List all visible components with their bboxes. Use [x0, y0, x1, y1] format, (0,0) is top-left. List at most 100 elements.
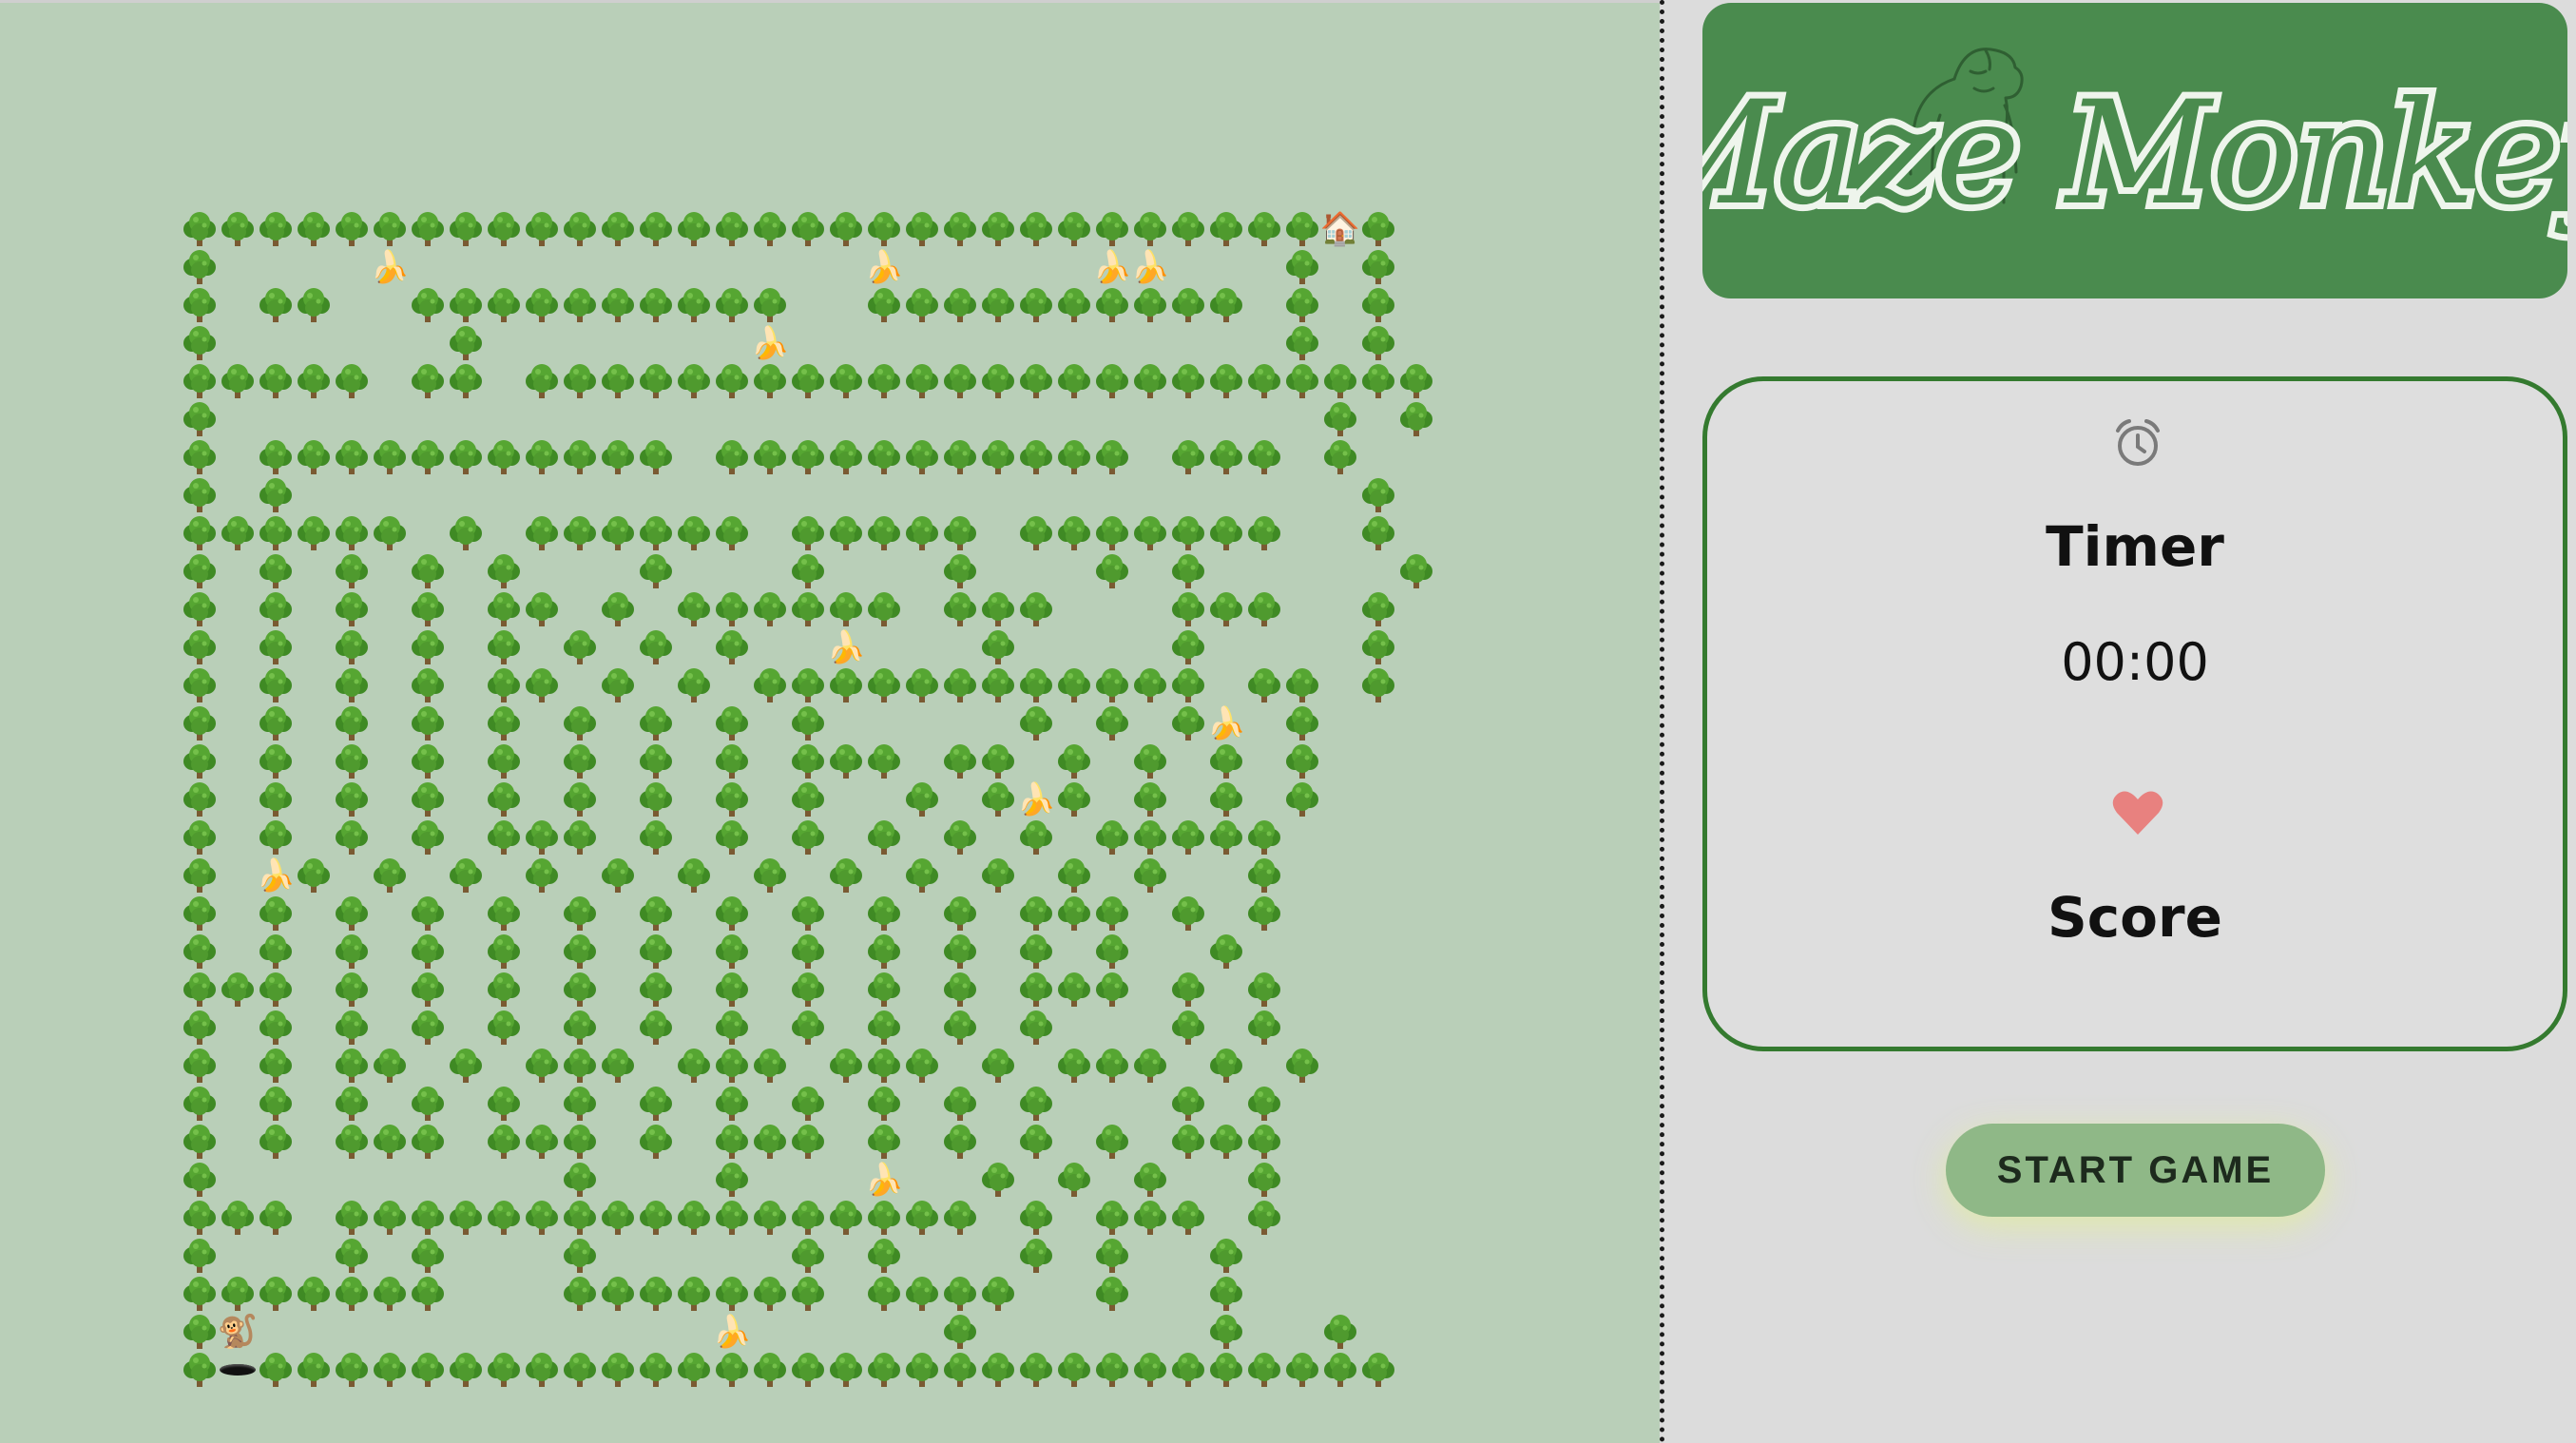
tree-icon — [409, 1085, 447, 1123]
tree-icon — [1055, 742, 1093, 780]
house-exit-icon: 🏠 — [1319, 210, 1361, 248]
tree-icon — [485, 628, 523, 666]
tree-icon — [1055, 210, 1093, 248]
tree-icon — [637, 933, 675, 971]
tree-icon — [599, 590, 637, 628]
banana-icon: 🍌 — [370, 248, 410, 285]
tree-icon — [257, 1047, 295, 1085]
monkey-player-icon[interactable]: 🐒 — [218, 1313, 258, 1351]
tree-icon — [181, 742, 219, 780]
tree-icon — [713, 1161, 751, 1199]
tree-icon — [1283, 362, 1321, 400]
tree-icon — [181, 210, 219, 248]
tree-icon — [181, 971, 219, 1009]
tree-icon — [1245, 514, 1283, 552]
tree-icon — [181, 1313, 219, 1351]
tree-icon — [485, 210, 523, 248]
tree-icon — [333, 742, 371, 780]
tree-icon — [1283, 248, 1321, 286]
tree-icon — [257, 971, 295, 1009]
tree-icon — [637, 1351, 675, 1389]
tree-icon — [941, 362, 979, 400]
tree-icon — [295, 1351, 333, 1389]
tree-icon — [1017, 1199, 1055, 1237]
tree-icon — [713, 1351, 751, 1389]
tree-icon — [1207, 742, 1245, 780]
tree-icon — [751, 1123, 789, 1161]
tree-icon — [637, 438, 675, 476]
tree-icon — [333, 666, 371, 704]
tree-icon — [1245, 1085, 1283, 1123]
tree-icon — [865, 1047, 903, 1085]
tree-icon — [713, 1009, 751, 1047]
tree-icon — [295, 1275, 333, 1313]
tree-icon — [1397, 362, 1435, 400]
tree-icon — [599, 438, 637, 476]
tree-icon — [941, 1123, 979, 1161]
tree-icon — [409, 438, 447, 476]
tree-icon — [1131, 362, 1169, 400]
tree-icon — [713, 286, 751, 324]
tree-icon — [1055, 780, 1093, 818]
tree-icon — [1283, 324, 1321, 362]
tree-icon — [1131, 856, 1169, 895]
tree-icon — [941, 933, 979, 971]
heart-icon — [2112, 791, 2163, 835]
tree-icon — [1093, 933, 1131, 971]
tree-icon — [637, 286, 675, 324]
tree-icon — [1093, 1237, 1131, 1275]
tree-icon — [1245, 1161, 1283, 1199]
tree-icon — [1245, 362, 1283, 400]
tree-icon — [561, 780, 599, 818]
tree-icon — [409, 742, 447, 780]
tree-icon — [295, 286, 333, 324]
tree-icon — [789, 666, 827, 704]
tree-icon — [561, 1237, 599, 1275]
tree-icon — [713, 780, 751, 818]
tree-icon — [675, 362, 713, 400]
tree-icon — [1017, 438, 1055, 476]
tree-icon — [599, 286, 637, 324]
tree-icon — [599, 1275, 637, 1313]
tree-icon — [561, 1009, 599, 1047]
tree-icon — [447, 324, 485, 362]
tree-icon — [1359, 1351, 1397, 1389]
tree-icon — [561, 818, 599, 856]
tree-icon — [1055, 1047, 1093, 1085]
tree-icon — [561, 1161, 599, 1199]
tree-icon — [523, 286, 561, 324]
tree-icon — [1245, 1009, 1283, 1047]
tree-icon — [409, 971, 447, 1009]
tree-icon — [561, 704, 599, 742]
tree-icon — [713, 818, 751, 856]
logo-title: Maze Monkey — [1702, 71, 2567, 237]
tree-icon — [257, 438, 295, 476]
banana-icon: 🍌 — [1206, 704, 1246, 741]
alarm-clock-icon — [2116, 419, 2160, 466]
tree-icon — [789, 1009, 827, 1047]
tree-icon — [257, 552, 295, 590]
banana-icon: 🍌 — [826, 628, 866, 665]
tree-icon — [409, 1351, 447, 1389]
start-game-button[interactable]: START GAME — [1946, 1124, 2325, 1217]
tree-icon — [1207, 1351, 1245, 1389]
tree-icon — [865, 514, 903, 552]
banana-icon: 🍌 — [864, 1161, 904, 1198]
tree-icon — [1321, 400, 1359, 438]
tree-icon — [979, 856, 1017, 895]
tree-icon — [751, 1047, 789, 1085]
tree-icon — [371, 1275, 409, 1313]
timer-label: Timer — [2046, 514, 2224, 579]
tree-icon — [675, 286, 713, 324]
tree-icon — [1093, 1275, 1131, 1313]
tree-icon — [713, 704, 751, 742]
tree-icon — [333, 704, 371, 742]
tree-icon — [979, 742, 1017, 780]
tree-icon — [257, 780, 295, 818]
tree-icon — [1245, 818, 1283, 856]
tree-icon — [599, 1047, 637, 1085]
tree-icon — [789, 552, 827, 590]
tree-icon — [409, 362, 447, 400]
tree-icon — [903, 1275, 941, 1313]
tree-icon — [675, 590, 713, 628]
